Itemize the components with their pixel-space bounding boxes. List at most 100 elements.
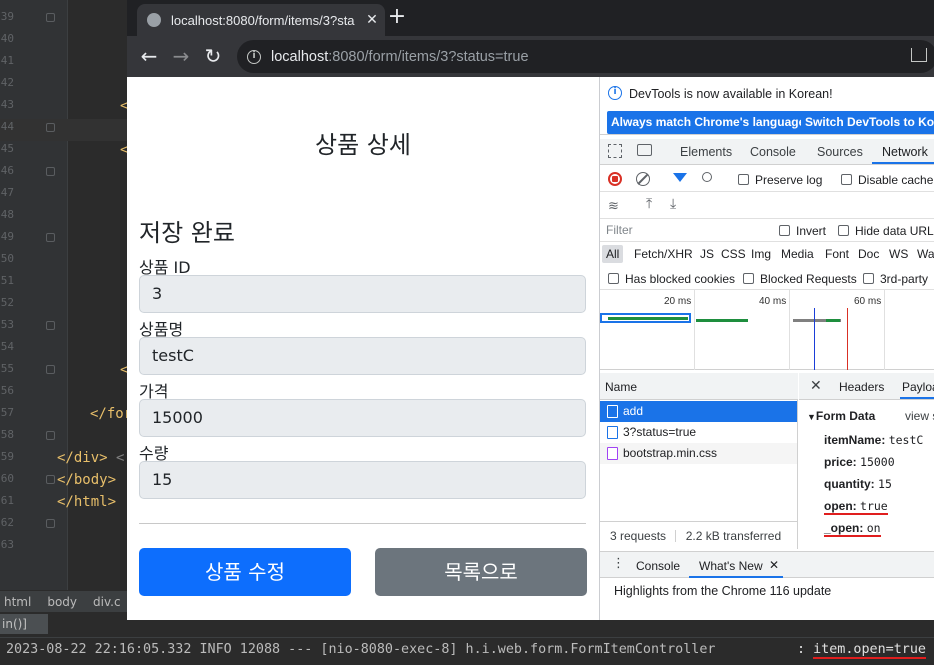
price-field[interactable]: 15000 [139, 399, 586, 437]
filter-doc[interactable]: Doc [858, 247, 879, 261]
fold-marker-icon[interactable] [46, 365, 55, 374]
blocked-requests-checkbox[interactable]: Blocked Requests [743, 272, 857, 286]
line-number: 47 [0, 186, 14, 199]
filter-input[interactable]: Filter [604, 223, 766, 239]
drawer-tab-whats-new[interactable]: What's New [699, 559, 763, 573]
fold-marker-icon[interactable] [46, 123, 55, 132]
clear-icon[interactable] [636, 172, 650, 186]
item-name-field[interactable]: testC [139, 337, 586, 375]
close-detail-icon[interactable]: ✕ [810, 378, 822, 394]
browser-tab[interactable]: localhost:8080/form/items/3?sta ✕ [137, 4, 385, 36]
breadcrumb-div[interactable]: div.c [93, 595, 121, 609]
network-conditions-icon[interactable]: ≋ [608, 199, 619, 214]
hide-data-urls-checkbox[interactable]: Hide data URLs [838, 224, 934, 238]
record-icon[interactable] [608, 172, 622, 186]
run-tab[interactable]: in()] [0, 614, 48, 634]
console-log-line: 2023-08-22 22:16:05.332 INFO 12088 --- [… [6, 642, 716, 657]
back-to-list-button[interactable]: 목록으로 [375, 548, 587, 596]
line-number: 45 [0, 142, 14, 155]
match-language-button[interactable]: Always match Chrome's language [607, 111, 810, 134]
filter-fetch-xhr[interactable]: Fetch/XHR [634, 247, 693, 261]
fold-marker-icon[interactable] [46, 431, 55, 440]
tab-network[interactable]: Network [882, 145, 928, 159]
has-blocked-cookies-checkbox[interactable]: Has blocked cookies [608, 272, 735, 286]
view-source-link[interactable]: view s [905, 409, 934, 423]
console-highlight-value: item.open=true [813, 642, 926, 659]
fold-marker-icon[interactable] [46, 233, 55, 242]
import-har-icon[interactable]: ⤒ [646, 196, 652, 212]
line-number: 39 [0, 10, 14, 23]
console-highlight: : item.open=true [797, 642, 926, 659]
share-icon[interactable] [911, 48, 927, 62]
back-button[interactable]: ← [137, 44, 161, 68]
export-har-icon[interactable]: ⤓ [670, 196, 676, 212]
line-number: 62 [0, 516, 14, 529]
device-toolbar-icon[interactable] [637, 144, 652, 156]
request-row-add[interactable]: add [600, 401, 797, 422]
invert-checkbox[interactable]: Invert [779, 224, 826, 238]
tab-sources[interactable]: Sources [817, 145, 863, 159]
filter-wasm[interactable]: Wa [917, 247, 934, 261]
address-bar[interactable]: i localhost:8080/form/items/3?status=tru… [237, 40, 934, 73]
item-id-field[interactable]: 3 [139, 275, 586, 313]
reload-button[interactable]: ↻ [201, 44, 225, 68]
request-row-bootstrap[interactable]: bootstrap.min.css [600, 443, 797, 464]
quantity-field[interactable]: 15 [139, 461, 586, 499]
tab-console[interactable]: Console [750, 145, 796, 159]
fold-marker-icon[interactable] [46, 475, 55, 484]
inspect-element-icon[interactable] [608, 144, 622, 158]
fold-marker-icon[interactable] [46, 519, 55, 528]
line-number: 56 [0, 384, 14, 397]
third-party-checkbox[interactable]: 3rd-party [863, 272, 928, 286]
filter-font[interactable]: Font [825, 247, 849, 261]
divider [139, 523, 586, 524]
new-tab-button[interactable]: + [385, 6, 409, 30]
form-data-section[interactable]: ▼Form Data [807, 409, 875, 423]
active-detail-tab-indicator [900, 397, 934, 399]
fold-marker-icon[interactable] [46, 13, 55, 22]
request-row-status[interactable]: 3?status=true [600, 422, 797, 443]
close-drawer-tab-icon[interactable]: ✕ [769, 558, 779, 572]
disable-cache-checkbox[interactable]: Disable cache [841, 173, 933, 187]
whats-new-highlight[interactable]: Highlights from the Chrome 116 update [614, 584, 831, 598]
console-output: 2023-08-22 22:16:05.332 INFO 12088 --- [… [0, 637, 934, 665]
type-filter-row: All Fetch/XHR JS CSS Img Media Font Doc … [600, 243, 934, 267]
switch-korean-button[interactable]: Switch DevTools to Kore [801, 111, 934, 134]
cookie-filter-row: Has blocked cookies Blocked Requests 3rd… [600, 267, 934, 290]
info-icon: i [608, 86, 622, 100]
fold-marker-icon[interactable] [46, 321, 55, 330]
preserve-log-checkbox[interactable]: Preserve log [738, 173, 822, 187]
line-number: 43 [0, 98, 14, 111]
edit-item-button[interactable]: 상품 수정 [139, 548, 351, 596]
web-page: 상품 상세 저장 완료 상품 ID 3 상품명 testC 가격 15000 수… [127, 77, 599, 620]
checkbox-icon [608, 273, 619, 284]
site-info-icon[interactable]: i [247, 49, 261, 64]
timeline-gridline [789, 290, 790, 370]
close-tab-icon[interactable]: ✕ [359, 12, 385, 28]
fold-marker-icon[interactable] [46, 167, 55, 176]
form-field-itemname: itemName: testC [824, 433, 924, 447]
search-icon[interactable] [702, 172, 712, 182]
filter-img[interactable]: Img [751, 247, 771, 261]
drawer-menu-icon[interactable]: ⋮ [612, 556, 625, 571]
filter-js[interactable]: JS [700, 247, 714, 261]
tab-elements[interactable]: Elements [680, 145, 732, 159]
browser-window: localhost:8080/form/items/3?sta ✕ + ← → … [127, 0, 934, 620]
filter-css[interactable]: CSS [721, 247, 746, 261]
name-column-header[interactable]: Name [600, 373, 798, 400]
tab-payload[interactable]: Payloa [902, 380, 934, 394]
request-summary: 3 requests 2.2 kB transferred [600, 521, 798, 547]
filter-media[interactable]: Media [781, 247, 814, 261]
drawer-tab-console[interactable]: Console [636, 559, 680, 573]
filter-ws[interactable]: WS [889, 247, 908, 261]
forward-button[interactable]: → [169, 44, 193, 68]
drawer-tabbar: ⋮ Console What's New ✕ [600, 551, 934, 578]
filter-all[interactable]: All [606, 247, 619, 261]
tab-headers[interactable]: Headers [839, 380, 884, 394]
line-number: 57 [0, 406, 14, 419]
breadcrumb-html[interactable]: html [4, 595, 31, 609]
filter-icon[interactable] [673, 173, 687, 182]
active-drawer-tab-indicator [689, 576, 783, 578]
active-tab-indicator [872, 162, 934, 164]
breadcrumb-body[interactable]: body [47, 595, 77, 609]
